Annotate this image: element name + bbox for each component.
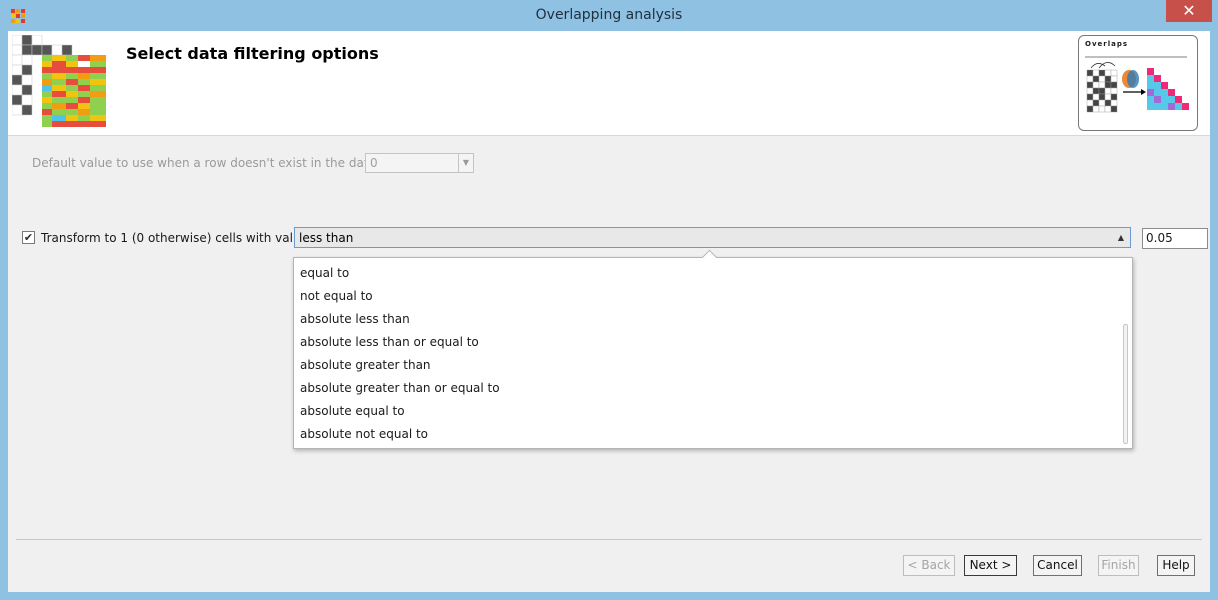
- cancel-button[interactable]: Cancel: [1033, 555, 1082, 576]
- wizard-header: Select data filtering options Overlaps: [8, 31, 1210, 136]
- heatmap-logo-icon: [11, 34, 112, 136]
- page-title: Select data filtering options: [126, 44, 379, 63]
- default-value-text: 0: [370, 156, 378, 170]
- default-value-label: Default value to use when a row doesn't …: [32, 156, 376, 170]
- chevron-down-icon: ▼: [458, 154, 473, 172]
- comparison-dropdown-list: equal to not equal to absolute less than…: [293, 249, 1133, 449]
- dropdown-option[interactable]: absolute less than or equal to: [300, 331, 1110, 354]
- comparison-selected-value: less than: [299, 231, 354, 245]
- transform-row: ✔ Transform to 1 (0 otherwise) cells wit…: [21, 227, 1211, 251]
- dropdown-option[interactable]: absolute greater than: [300, 354, 1110, 377]
- dropdown-option[interactable]: equal to: [300, 262, 1110, 285]
- footer-divider: [16, 539, 1202, 540]
- title-bar: Overlapping analysis ✕: [0, 0, 1218, 31]
- transform-label: Transform to 1 (0 otherwise) cells with …: [41, 231, 308, 245]
- dropdown-option[interactable]: absolute greater than or equal to: [300, 377, 1110, 400]
- dropdown-option[interactable]: absolute less than: [300, 308, 1110, 331]
- default-value-combo: 0 ▼: [365, 153, 474, 173]
- back-button[interactable]: < Back: [903, 555, 955, 576]
- wizard-body: Select data filtering options Overlaps D…: [8, 31, 1210, 592]
- overlaps-logo-label: Overlaps: [1085, 40, 1129, 48]
- dropdown-scrollbar[interactable]: [1123, 324, 1128, 444]
- finish-button[interactable]: Finish: [1098, 555, 1139, 576]
- overlaps-diagram-icon: [1085, 56, 1189, 113]
- comparison-select[interactable]: less than ▲: [294, 227, 1131, 248]
- wizard-window: Overlapping analysis ✕ Select data filte…: [0, 0, 1218, 600]
- dropdown-option[interactable]: not equal to: [300, 285, 1110, 308]
- dropdown-option[interactable]: absolute equal to: [300, 400, 1110, 423]
- next-button[interactable]: Next >: [964, 555, 1017, 576]
- close-button[interactable]: ✕: [1166, 0, 1212, 22]
- threshold-input[interactable]: 0.05: [1142, 228, 1208, 249]
- dropdown-option[interactable]: absolute not equal to: [300, 423, 1110, 446]
- transform-checkbox[interactable]: ✔: [22, 231, 35, 244]
- chevron-up-icon: ▲: [1117, 233, 1124, 242]
- window-title: Overlapping analysis: [535, 7, 683, 23]
- help-button[interactable]: Help: [1157, 555, 1195, 576]
- overlaps-logo: Overlaps: [1078, 35, 1198, 131]
- default-value-row: Default value to use when a row doesn't …: [32, 153, 474, 173]
